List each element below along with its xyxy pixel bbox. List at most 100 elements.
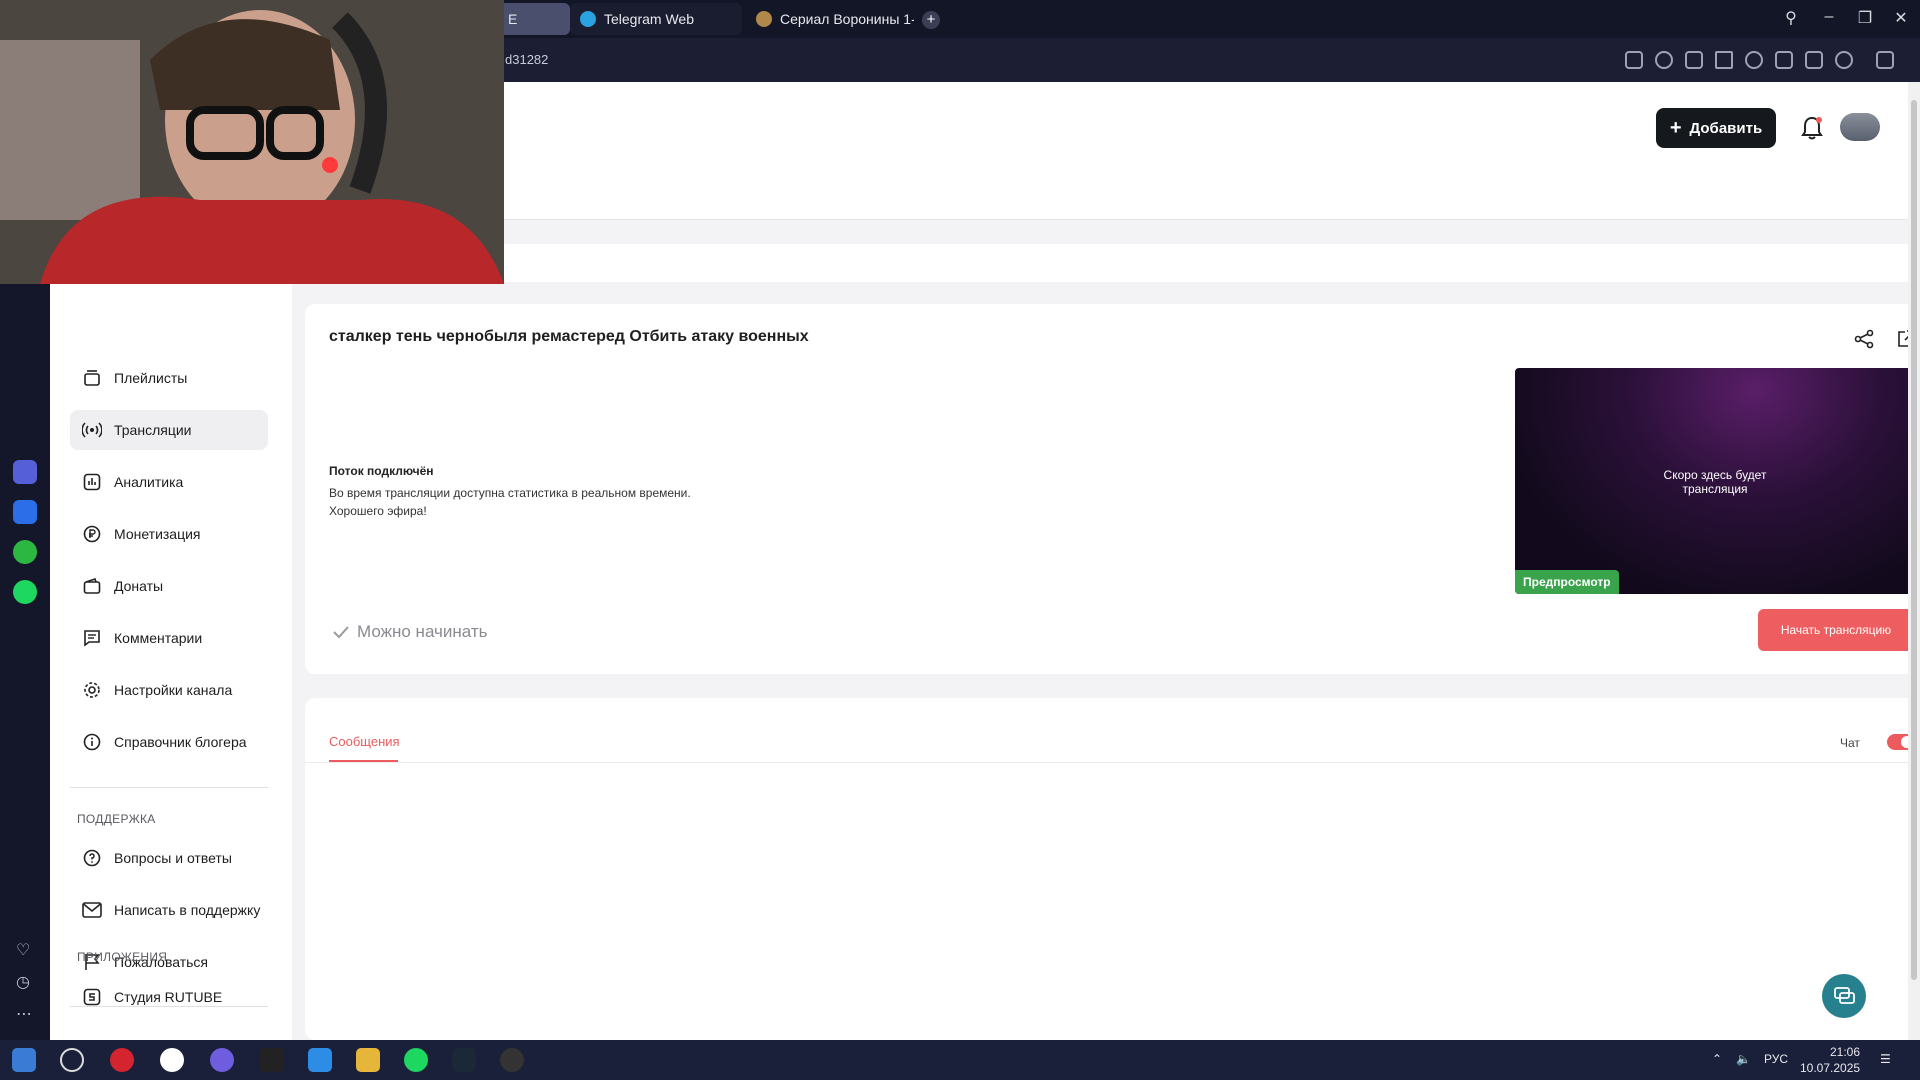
tab-label: Сериал Воронины 1-24 с [780,11,914,27]
close-icon[interactable]: ✕ [1890,8,1912,28]
search-tabs-icon[interactable]: ⚲ [1780,8,1802,28]
search-icon[interactable] [60,1048,84,1072]
volume-icon[interactable]: 🔈 [1736,1052,1751,1066]
browser-tab-telegram[interactable]: Telegram Web [570,3,742,35]
edit-icon[interactable] [1625,51,1643,69]
sidebar-item-label: Трансляции [114,422,192,438]
status-line: Во время трансляции доступна статистика … [329,486,691,500]
sidebar-divider [70,787,268,788]
site-icon [756,11,772,27]
preview-badge: Предпросмотр [1515,570,1619,594]
spotify-icon[interactable] [404,1048,428,1072]
cube-icon[interactable] [1876,51,1894,69]
heart-icon[interactable] [1745,51,1763,69]
check-icon [333,626,349,639]
browser-tab-series[interactable]: Сериал Воронины 1-24 с [746,3,914,35]
notifications-icon[interactable]: ☰ [1880,1052,1891,1066]
gear-icon [82,680,102,700]
windows-taskbar: ⌃ 🔈 РУС 21:06 10.07.2025 ☰ [0,1040,1920,1080]
sidebar-item-monetization[interactable]: Монетизация [70,514,268,554]
sidebar-item-label: Вопросы и ответы [114,850,232,866]
sidebar-item-donations[interactable]: Донаты [70,566,268,606]
telegram-icon [580,11,596,27]
url-text[interactable]: d31282 [505,52,548,67]
sidebar-item-label: Донаты [114,578,164,594]
profile-icon[interactable] [1835,51,1853,69]
history-icon[interactable]: ◷ [16,972,30,992]
tab-divider [305,762,1908,763]
add-button[interactable]: + Добавить [1656,108,1776,148]
add-button-label: Добавить [1689,119,1763,137]
comment-icon [82,628,102,648]
sidebar-item-label: Студия RUTUBE [114,989,223,1005]
download-icon[interactable] [1775,51,1793,69]
zoom-icon[interactable] [308,1048,332,1072]
bell-icon[interactable] [1796,112,1828,144]
stream-status-title: Поток подключён [329,464,434,478]
stream-title: сталкер тень чернобыля ремастеред Отбить… [329,328,809,345]
stream-card: сталкер тень чернобыля ремастеред Отбить… [305,304,1908,674]
help-chat-button[interactable] [1822,974,1866,1018]
menu-icon[interactable] [1805,51,1823,69]
page-scrollbar[interactable] [1908,82,1920,1040]
studio-icon [82,987,102,1007]
opera-icon[interactable] [110,1048,134,1072]
heart-icon[interactable]: ♡ [16,940,30,960]
sidebar-item-label: Аналитика [114,474,184,490]
toggle-knob [1901,736,1908,748]
sidebar-item-streams[interactable]: Трансляции [70,410,268,450]
whatsapp-icon[interactable] [13,540,37,564]
sidebar-item-channel-settings[interactable]: Настройки канала [70,670,268,710]
chat-toggle-label: Чат [1840,736,1860,750]
playlist-icon [82,368,102,388]
browser-tab-active[interactable]: E [498,3,570,35]
start-icon[interactable] [12,1048,36,1072]
steam-icon[interactable] [452,1048,476,1072]
sidebar-item-label: Комментарии [114,630,203,646]
start-stream-button[interactable]: Начать трансляцию [1758,609,1908,651]
more-icon[interactable]: ⋯ [16,1004,32,1024]
discord-icon[interactable] [210,1048,234,1072]
scroll-thumb[interactable] [1911,100,1917,980]
new-tab-button[interactable]: + [922,11,940,29]
tray-chevron-icon[interactable]: ⌃ [1712,1052,1722,1066]
sidebar-item-analytics[interactable]: Аналитика [70,462,268,502]
minimize-icon[interactable]: – [1818,8,1840,26]
share-icon[interactable] [1853,328,1875,350]
info-icon [82,732,102,752]
restore-icon[interactable]: ❐ [1854,8,1876,28]
sidebar-item-comments[interactable]: Комментарии [70,618,268,658]
sidebar-item-contact-support[interactable]: Написать в поддержку [70,890,268,930]
shield-icon[interactable] [1685,51,1703,69]
sidebar-item-label: Плейлисты [114,370,188,386]
sidebar-item-label: Настройки канала [114,682,233,698]
folder-icon[interactable] [356,1048,380,1072]
stream-status-text: Во время трансляции доступна статистика … [329,484,691,520]
stream-preview[interactable]: Скоро здесь будет трансляция Предпросмот… [1515,368,1908,594]
tab-messages[interactable]: Сообщения [329,734,400,749]
messenger-icon[interactable] [13,500,37,524]
avatar[interactable] [1840,113,1880,141]
sidebar-item-rutube-studio[interactable]: Студия RUTUBE [70,977,268,1017]
tab-label: Telegram Web [604,11,695,27]
sidebar-item-label: Справочник блогера [114,734,247,750]
open-external-icon[interactable] [1895,328,1908,350]
sidebar-item-blogger-guide[interactable]: Справочник блогера [70,722,268,762]
section-tab-strip [304,244,1908,282]
sidebar-item-playlists[interactable]: Плейлисты [70,358,268,398]
play-icon[interactable] [1715,51,1733,69]
epic-games-icon[interactable] [260,1048,284,1072]
wallet-icon [82,576,102,596]
taskbar-clock[interactable]: 21:06 10.07.2025 [1800,1044,1860,1076]
sidebar-item-faq[interactable]: Вопросы и ответы [70,838,268,878]
chat-toggle[interactable] [1887,734,1908,750]
language-indicator[interactable]: РУС [1764,1052,1788,1066]
ruble-icon [82,524,102,544]
spotify-icon[interactable] [13,580,37,604]
preview-placeholder-text: Скоро здесь будет трансляция [1515,468,1908,496]
app-icon[interactable] [13,460,37,484]
camera-icon[interactable] [1655,51,1673,69]
yandex-icon[interactable] [160,1048,184,1072]
obs-icon[interactable] [500,1048,524,1072]
preview-line: трансляция [1682,482,1748,496]
